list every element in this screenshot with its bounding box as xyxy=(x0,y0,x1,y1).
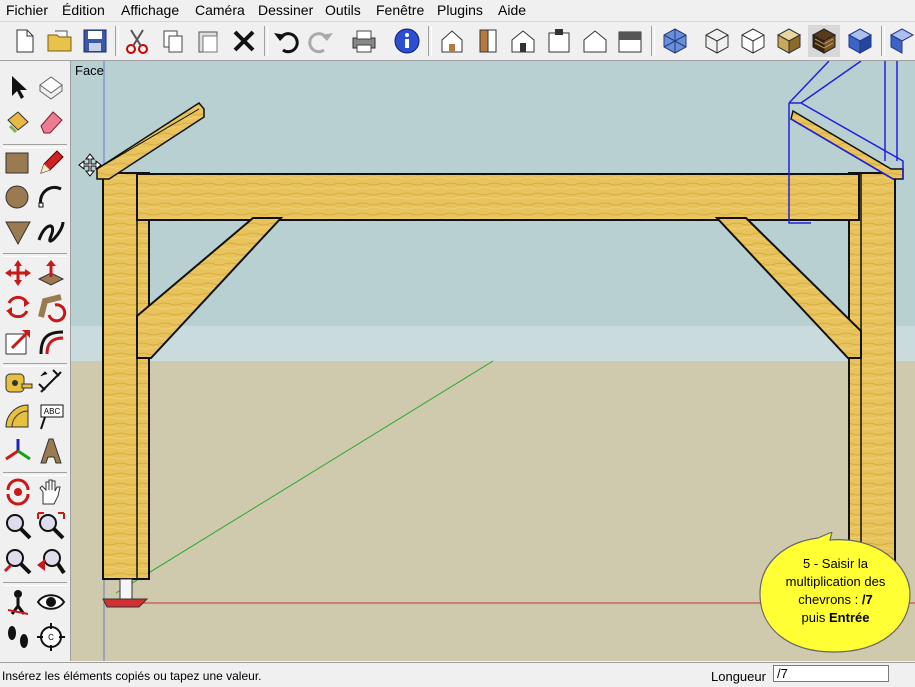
status-bar: Insérez les éléments copiés ou tapez une… xyxy=(0,662,915,687)
callout-text: 5 - Saisir la multiplication des chevron… xyxy=(768,555,903,627)
textured-icon[interactable] xyxy=(808,25,840,57)
post-base-foot xyxy=(119,578,133,602)
push-pull-icon[interactable] xyxy=(35,257,67,289)
select-arrow-icon[interactable] xyxy=(2,71,34,103)
instruction-callout: 5 - Saisir la multiplication des chevron… xyxy=(758,532,913,654)
right-view-icon[interactable] xyxy=(543,25,575,57)
circle-icon[interactable] xyxy=(2,181,34,213)
3d-text-icon[interactable] xyxy=(35,435,67,467)
shaded-icon[interactable] xyxy=(773,25,805,57)
eraser-icon[interactable] xyxy=(35,106,67,138)
tape-measure-icon[interactable] xyxy=(2,366,34,398)
left-toolbar: ABC C xyxy=(0,61,71,661)
menu-edition[interactable]: Édition xyxy=(62,2,105,18)
scene-label: Face xyxy=(75,63,104,78)
pencil-icon[interactable] xyxy=(35,147,67,179)
svg-text:ABC: ABC xyxy=(44,407,61,416)
paint-bucket-icon[interactable] xyxy=(2,106,34,138)
wireframe-icon[interactable] xyxy=(701,25,733,57)
menu-aide[interactable]: Aide xyxy=(498,2,526,18)
horizon-haze xyxy=(71,326,915,361)
hidden-line-icon[interactable] xyxy=(737,25,769,57)
new-file-icon[interactable] xyxy=(8,25,40,57)
zoom-extents-icon[interactable] xyxy=(2,545,34,577)
toolbar-separator xyxy=(881,26,885,56)
monochrome-icon[interactable] xyxy=(844,25,876,57)
menu-fenetre[interactable]: Fenêtre xyxy=(376,2,424,18)
print-icon[interactable] xyxy=(348,25,380,57)
measurements-label: Longueur xyxy=(711,669,766,684)
pan-icon[interactable] xyxy=(35,476,67,508)
toolbar-separator xyxy=(428,26,432,56)
svg-text:C: C xyxy=(48,633,54,642)
callout-line-2: multiplication des xyxy=(785,574,886,589)
open-folder-icon[interactable] xyxy=(44,25,76,57)
toolbar-separator xyxy=(651,26,655,56)
dimensions-icon[interactable] xyxy=(35,366,67,398)
top-view-icon[interactable] xyxy=(472,25,504,57)
zoom-window-icon[interactable] xyxy=(35,510,67,542)
freehand-icon[interactable] xyxy=(35,216,67,248)
post-base-plate xyxy=(102,598,149,608)
menu-dessiner[interactable]: Dessiner xyxy=(258,2,313,18)
xray-icon[interactable] xyxy=(659,25,691,57)
callout-line-3: chevrons : /7 xyxy=(798,592,873,607)
protractor-icon[interactable] xyxy=(2,401,34,433)
erase-x-icon[interactable] xyxy=(228,25,260,57)
left-post[interactable] xyxy=(102,172,150,580)
polygon-icon[interactable] xyxy=(2,216,34,248)
menu-bar: Fichier Édition Affichage Caméra Dessine… xyxy=(0,0,915,22)
menu-plugins[interactable]: Plugins xyxy=(437,2,483,18)
zoom-icon[interactable] xyxy=(2,510,34,542)
model-info-icon[interactable] xyxy=(391,25,423,57)
walk-icon[interactable] xyxy=(2,621,34,653)
scale-icon[interactable] xyxy=(2,326,34,358)
toolbar-separator xyxy=(115,26,119,56)
cut-icon[interactable] xyxy=(121,25,153,57)
back-view-icon[interactable] xyxy=(579,25,611,57)
text-icon[interactable]: ABC xyxy=(35,401,67,433)
toolbar-separator xyxy=(264,26,268,56)
menu-camera[interactable]: Caméra xyxy=(195,2,245,18)
previous-view-icon[interactable] xyxy=(35,545,67,577)
tie-beam[interactable] xyxy=(136,173,860,221)
follow-me-icon[interactable] xyxy=(35,291,67,323)
position-camera-icon[interactable] xyxy=(2,586,34,618)
rectangle-icon[interactable] xyxy=(2,147,34,179)
make-component-icon[interactable] xyxy=(35,71,67,103)
left-view-icon[interactable] xyxy=(614,25,646,57)
rotate-icon[interactable] xyxy=(2,291,34,323)
axes-icon[interactable] xyxy=(2,435,34,467)
offset-icon[interactable] xyxy=(35,326,67,358)
front-view-icon[interactable] xyxy=(507,25,539,57)
orbit-icon[interactable] xyxy=(2,476,34,508)
redo-icon[interactable] xyxy=(305,25,337,57)
section-plane-icon[interactable]: C xyxy=(35,621,67,653)
main-toolbar xyxy=(0,22,915,61)
status-hint: Insérez les éléments copiés ou tapez une… xyxy=(2,669,262,683)
callout-line-4: puis Entrée xyxy=(801,610,870,625)
iso-view-icon[interactable] xyxy=(436,25,468,57)
menu-outils[interactable]: Outils xyxy=(325,2,361,18)
menu-affichage[interactable]: Affichage xyxy=(121,2,179,18)
paste-icon[interactable] xyxy=(192,25,224,57)
move-icon[interactable] xyxy=(2,257,34,289)
copy-icon[interactable] xyxy=(157,25,189,57)
callout-line-1: 5 - Saisir la xyxy=(802,556,869,571)
look-around-icon[interactable] xyxy=(35,586,67,618)
save-icon[interactable] xyxy=(79,25,111,57)
menu-fichier[interactable]: Fichier xyxy=(6,2,48,18)
arc-icon[interactable] xyxy=(35,181,67,213)
extra-icon[interactable] xyxy=(888,25,915,57)
undo-icon[interactable] xyxy=(270,25,302,57)
measurements-input[interactable] xyxy=(773,665,889,682)
